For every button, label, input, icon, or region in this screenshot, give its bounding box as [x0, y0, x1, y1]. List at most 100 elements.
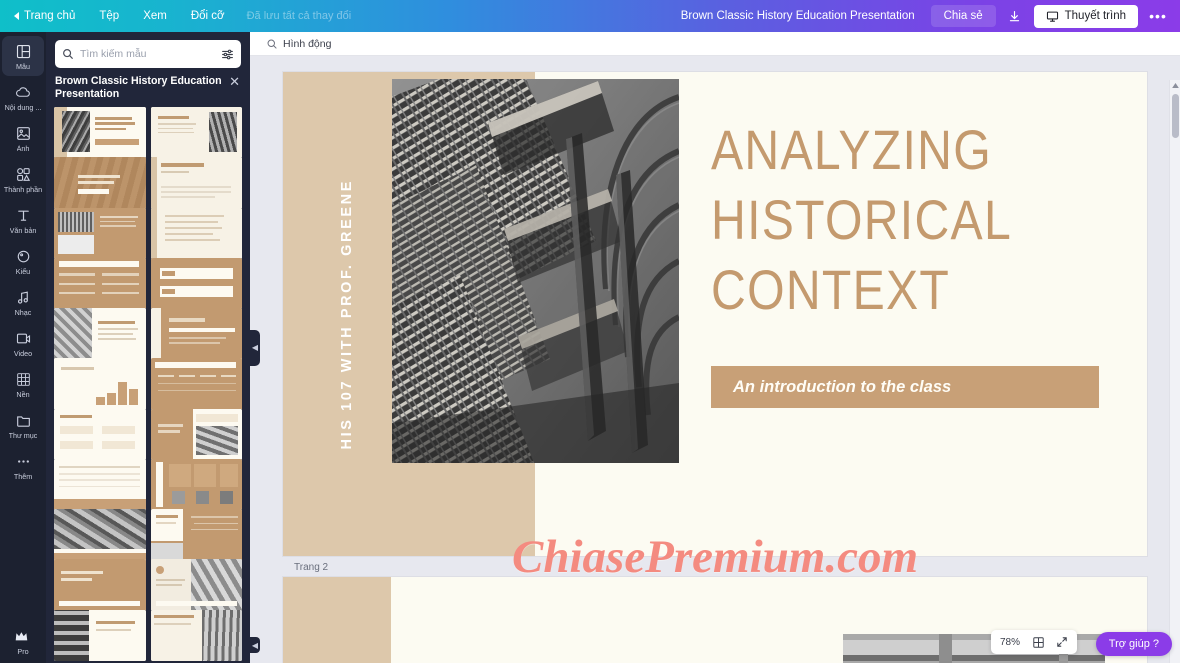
template-thumb[interactable]: [54, 609, 146, 662]
close-icon[interactable]: ✕: [228, 75, 241, 88]
template-thumb[interactable]: [150, 559, 242, 611]
panel-title: Brown Classic History Education Presenta…: [55, 75, 222, 100]
canvas-scrollbar[interactable]: [1169, 80, 1180, 663]
panel-header: Brown Classic History Education Presenta…: [46, 74, 250, 107]
sidebar-label-thanh-phan: Thành phần: [3, 186, 43, 194]
present-label: Thuyết trình: [1064, 10, 1126, 22]
panel-collapse-handle[interactable]: ◀: [250, 329, 260, 366]
animate-button[interactable]: Hình động: [258, 35, 339, 53]
search-area: [46, 32, 250, 74]
crown-icon: [15, 627, 31, 645]
menu-item-doi-co[interactable]: Đổi cỡ: [179, 5, 237, 27]
presentation-screen-icon: [1046, 10, 1059, 23]
slide1-subtitle-bar[interactable]: An introduction to the class: [711, 366, 1099, 408]
sidebar-label-van-ban: Văn bản: [9, 227, 37, 235]
sidebar-item-kieu[interactable]: Kiểu: [2, 241, 44, 281]
folder-icon: [16, 411, 31, 429]
sidebar-item-them[interactable]: Thêm: [2, 446, 44, 486]
present-button[interactable]: Thuyết trình: [1033, 4, 1138, 28]
template-thumb[interactable]: [150, 107, 242, 159]
more-options-button[interactable]: •••: [1144, 4, 1172, 28]
canvas-toolbar: Hình động: [250, 32, 1180, 56]
canvas-area: Hình động HIS 107 WITH PROF. GREENE ANAL…: [250, 32, 1180, 663]
slide1-title-line-3: CONTEXT: [711, 258, 951, 321]
share-button[interactable]: Chia sẻ: [930, 5, 996, 27]
styles-icon: [16, 247, 31, 265]
slide1-title[interactable]: ANALYZING HISTORICAL CONTEXT: [711, 115, 1111, 325]
text-icon: [16, 206, 31, 224]
animate-icon: [266, 38, 278, 50]
help-button[interactable]: Trợ giúp ?: [1095, 632, 1172, 656]
menu-item-xem[interactable]: Xem: [131, 5, 179, 27]
zoom-level[interactable]: 78%: [995, 637, 1025, 648]
slide1-vertical-text[interactable]: HIS 107 WITH PROF. GREENE: [327, 72, 367, 556]
sidebar-item-thu-muc[interactable]: Thư mục: [2, 405, 44, 445]
save-status: Đã lưu tất cả thay đổi: [246, 10, 352, 22]
template-thumb[interactable]: [54, 408, 146, 461]
editor-body: Mẫu Nội dung ... Ảnh Thành phần Văn bản …: [0, 32, 1180, 663]
template-thumb[interactable]: [150, 609, 242, 662]
template-thumb[interactable]: [150, 308, 242, 360]
slide2-tan-panel: [283, 577, 391, 663]
sidebar-item-thanh-phan[interactable]: Thành phần: [2, 159, 44, 199]
sidebar-item-pro[interactable]: Pro: [2, 621, 44, 662]
sidebar-item-anh[interactable]: Ảnh: [2, 118, 44, 158]
top-toolbar: Trang chủ Tệp Xem Đổi cỡ Đã lưu tất cả t…: [0, 0, 1180, 32]
search-input[interactable]: [80, 48, 215, 60]
animate-label: Hình động: [283, 37, 332, 50]
help-label: Trợ giúp ?: [1108, 638, 1159, 650]
page-label: Trang 2: [294, 562, 329, 573]
template-thumb[interactable]: [150, 257, 242, 310]
cloud-icon: [15, 83, 31, 101]
panel-bottom-handle[interactable]: ◀: [250, 637, 260, 653]
sidebar-label-kieu: Kiểu: [15, 268, 31, 276]
sidebar-item-video[interactable]: Video: [2, 323, 44, 363]
template-thumb[interactable]: [150, 207, 242, 259]
library-interior-photo[interactable]: [392, 79, 679, 463]
template-thumb[interactable]: [54, 358, 146, 410]
template-thumb[interactable]: [150, 509, 242, 561]
menu-item-tep[interactable]: Tệp: [87, 5, 131, 27]
template-thumb[interactable]: [150, 157, 242, 209]
template-thumb[interactable]: [54, 107, 146, 159]
sidebar-label-mau: Mẫu: [16, 63, 30, 71]
template-thumb[interactable]: [54, 207, 146, 259]
slide-1[interactable]: HIS 107 WITH PROF. GREENE ANALYZING HIST…: [283, 72, 1147, 556]
document-title[interactable]: Brown Classic History Education Presenta…: [671, 6, 925, 26]
template-thumb[interactable]: [150, 358, 242, 410]
top-menu-right: Brown Classic History Education Presenta…: [671, 4, 1174, 28]
template-thumb[interactable]: [54, 257, 146, 310]
grid-view-icon[interactable]: [1027, 632, 1049, 652]
chevron-left-icon: [14, 12, 19, 20]
music-note-icon: [16, 288, 31, 306]
home-button[interactable]: Trang chủ: [6, 5, 87, 27]
sidebar-item-van-ban[interactable]: Văn bản: [2, 200, 44, 240]
expand-icon[interactable]: [1051, 632, 1073, 652]
sidebar-item-nen[interactable]: Nền: [2, 364, 44, 404]
video-icon: [16, 329, 31, 347]
search-box[interactable]: [55, 40, 241, 68]
template-thumb[interactable]: [54, 559, 146, 611]
sidebar-label-pro: Pro: [17, 648, 29, 656]
template-thumb[interactable]: [54, 157, 146, 209]
sidebar-label-video: Video: [13, 350, 33, 358]
template-thumb[interactable]: [54, 308, 146, 360]
sidebar-label-them: Thêm: [13, 473, 33, 481]
template-thumb[interactable]: [150, 458, 242, 511]
template-thumb[interactable]: [150, 408, 242, 461]
scroll-up-arrow[interactable]: [1170, 80, 1180, 91]
download-icon[interactable]: [1002, 5, 1028, 27]
more-dots-icon: [16, 452, 31, 470]
filter-sliders-icon[interactable]: [221, 48, 234, 61]
sidebar-label-noi-dung: Nội dung ...: [4, 104, 42, 112]
sidebar-item-mau[interactable]: Mẫu: [2, 36, 44, 76]
sidebar-item-nhac[interactable]: Nhạc: [2, 282, 44, 322]
zoom-toolbar: 78%: [990, 630, 1077, 654]
template-thumb[interactable]: [54, 509, 146, 561]
scrollbar-thumb[interactable]: [1172, 94, 1179, 138]
template-thumb[interactable]: [54, 458, 146, 511]
elements-icon: [16, 165, 31, 183]
sidebar-label-nhac: Nhạc: [14, 309, 32, 317]
canva-editor: Trang chủ Tệp Xem Đổi cỡ Đã lưu tất cả t…: [0, 0, 1180, 663]
sidebar-item-noi-dung[interactable]: Nội dung ...: [2, 77, 44, 117]
